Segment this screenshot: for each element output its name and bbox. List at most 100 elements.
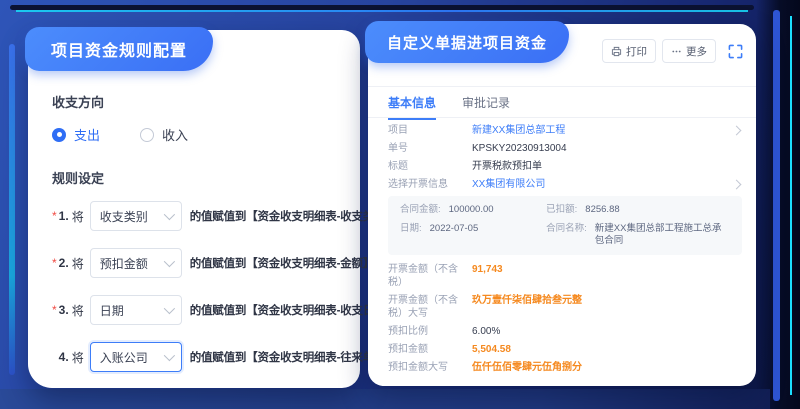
radio-income[interactable]: 收入 [140,125,188,144]
invoice-amount-value: 91,743 [472,263,742,276]
chevron-right-icon[interactable] [732,126,742,136]
rule-3-field-select[interactable]: 日期 [90,295,182,325]
rule-2-field-select[interactable]: 预扣金额 [90,248,182,278]
contract-name-item: 合同名称: 新建XX集团总部工程施工总承包合同 [546,223,730,247]
contract-item-value: 100000.00 [449,204,494,216]
rule-config-body: 收支方向 支出 收入 规则设定 * 1. 将 收支类别 [28,30,360,388]
rule-number: 2. [59,256,69,270]
rule-word: 将 [72,255,84,272]
rules-list: * 1. 将 收支类别 的值赋值到【资金收支明细表-收支类别】中 * 2. 将 … [52,201,340,372]
withhold-amount-caps-value: 伍仟伍佰零肆元伍角捌分 [472,361,742,374]
deducted-amount-item: 已扣额: 8256.88 [546,204,730,216]
chevron-down-icon [163,209,174,220]
rule-number: 1. [59,209,69,223]
contract-item-value: 8256.88 [585,204,619,216]
invoice-company-link[interactable]: XX集团有限公司 [472,178,727,191]
rule-row-2: * 2. 将 预扣金额 的值赋值到【资金收支明细表-金额】中 [52,248,340,278]
contract-item-value: 新建XX集团总部工程施工总承包合同 [595,223,730,247]
contract-date-item: 日期: 2022-07-05 [400,223,536,247]
contract-item-label: 合同名称: [546,223,587,247]
rule-4-field-select[interactable]: 入账公司 [90,342,182,372]
field-label: 标题 [388,160,472,173]
chevron-down-icon [163,350,174,361]
contract-item-label: 已扣额: [546,204,577,216]
field-value: 开票税款预扣单 [472,160,742,173]
radio-unselected-icon [140,128,154,142]
document-toolbar: 打印 更多 [602,39,744,63]
withhold-ratio-value: 6.00% [472,325,742,338]
rule-row-4: * 4. 将 入账公司 的值赋值到【资金收支明细表-往来单位】中 [52,342,340,372]
field-label: 项目 [388,124,472,137]
field-row-withhold-amount-caps: 预扣金额大写 伍仟伍佰零肆元伍角捌分 [388,361,742,374]
rule-word: 将 [72,302,84,319]
radio-selected-icon [52,128,66,142]
direction-radio-group: 支出 收入 [52,125,340,144]
contract-amount-item: 合同金额: 100000.00 [400,204,536,216]
chevron-down-icon [163,256,174,267]
rule-1-field-value: 收支类别 [100,208,148,225]
top-cyan-accent-line [16,10,748,12]
project-link[interactable]: 新建XX集团总部工程 [472,124,727,137]
print-button-label: 打印 [626,44,647,59]
rule-word: 将 [72,208,84,225]
field-row-invoice-amount-caps: 开票金额（不含税）大写 玖万壹仟柒佰肆拾叁元整 [388,294,742,320]
rule-2-field-value: 预扣金额 [100,255,148,272]
right-cyan-stripe-decoration [790,16,792,395]
field-label: 选择开票信息 [388,178,472,191]
field-label: 开票金额（不含税） [388,263,472,289]
field-row-withhold-ratio: 预扣比例 6.00% [388,325,742,338]
rule-row-3: * 3. 将 日期 的值赋值到【资金收支明细表-收支日期】中 [52,295,340,325]
contract-item-label: 合同金额: [400,204,441,216]
radio-income-label: 收入 [162,125,188,144]
rule-word: 将 [72,349,84,366]
right-blue-stripe-decoration [773,10,780,401]
document-panel: 自定义单据进项目资金 打印 更多 基本信息 审批记录 项目 新建XX集团总部工程 [368,24,756,386]
rule-4-field-value: 入账公司 [100,349,148,366]
field-row-project: 项目 新建XX集团总部工程 [388,124,742,137]
rule-number: 4. [59,350,69,364]
field-label: 开票金额（不含税）大写 [388,294,472,320]
more-button[interactable]: 更多 [662,39,716,63]
document-fields: 项目 新建XX集团总部工程 单号 KPSKY20230913004 标题 开票税… [388,124,742,378]
radio-expense-label: 支出 [74,125,100,144]
more-icon [671,46,682,57]
left-stripe-decoration [9,44,15,375]
withhold-amount-value: 5,504.58 [472,343,742,356]
chevron-right-icon[interactable] [732,180,742,190]
right-frame-decoration [756,0,800,409]
rule-1-field-select[interactable]: 收支类别 [90,201,182,231]
required-mark: * [52,209,57,223]
more-button-label: 更多 [686,44,707,59]
screenshot-stage: 项目资金规则配置 收支方向 支出 收入 规则设定 * 1. 将 [0,0,800,409]
contract-item-value: 2022-07-05 [430,223,479,247]
field-label: 预扣比例 [388,325,472,338]
document-panel-title: 自定义单据进项目资金 [365,21,569,63]
required-mark: * [52,256,57,270]
header-divider [368,86,756,87]
fullscreen-button[interactable] [726,42,744,60]
rule-number: 3. [59,303,69,317]
print-button[interactable]: 打印 [602,39,656,63]
chevron-down-icon [163,303,174,314]
rule-2-suffix: 的值赋值到【资金收支明细表-金额】中 [190,255,386,271]
radio-expense[interactable]: 支出 [52,125,100,144]
bottom-band-decoration [0,389,770,409]
top-frame-decoration [10,5,754,10]
rules-section-label: 规则设定 [52,168,340,187]
direction-section-label: 收支方向 [52,92,340,111]
field-value: KPSKY20230913004 [472,142,742,155]
field-label: 预扣金额大写 [388,361,472,374]
field-row-withhold-amount: 预扣金额 5,504.58 [388,343,742,356]
field-row-invoice-amount: 开票金额（不含税） 91,743 [388,263,742,289]
field-row-title: 标题 开票税款预扣单 [388,160,742,173]
rule-config-panel: 项目资金规则配置 收支方向 支出 收入 规则设定 * 1. 将 [28,30,360,388]
rule-3-field-value: 日期 [100,302,124,319]
fullscreen-icon [728,44,743,59]
print-icon [611,46,622,57]
field-label: 预扣金额 [388,343,472,356]
required-mark: * [52,303,57,317]
tabs-divider [368,117,756,118]
rule-row-1: * 1. 将 收支类别 的值赋值到【资金收支明细表-收支类别】中 [52,201,340,231]
field-label: 单号 [388,142,472,155]
field-row-invoice-info: 选择开票信息 XX集团有限公司 [388,178,742,191]
